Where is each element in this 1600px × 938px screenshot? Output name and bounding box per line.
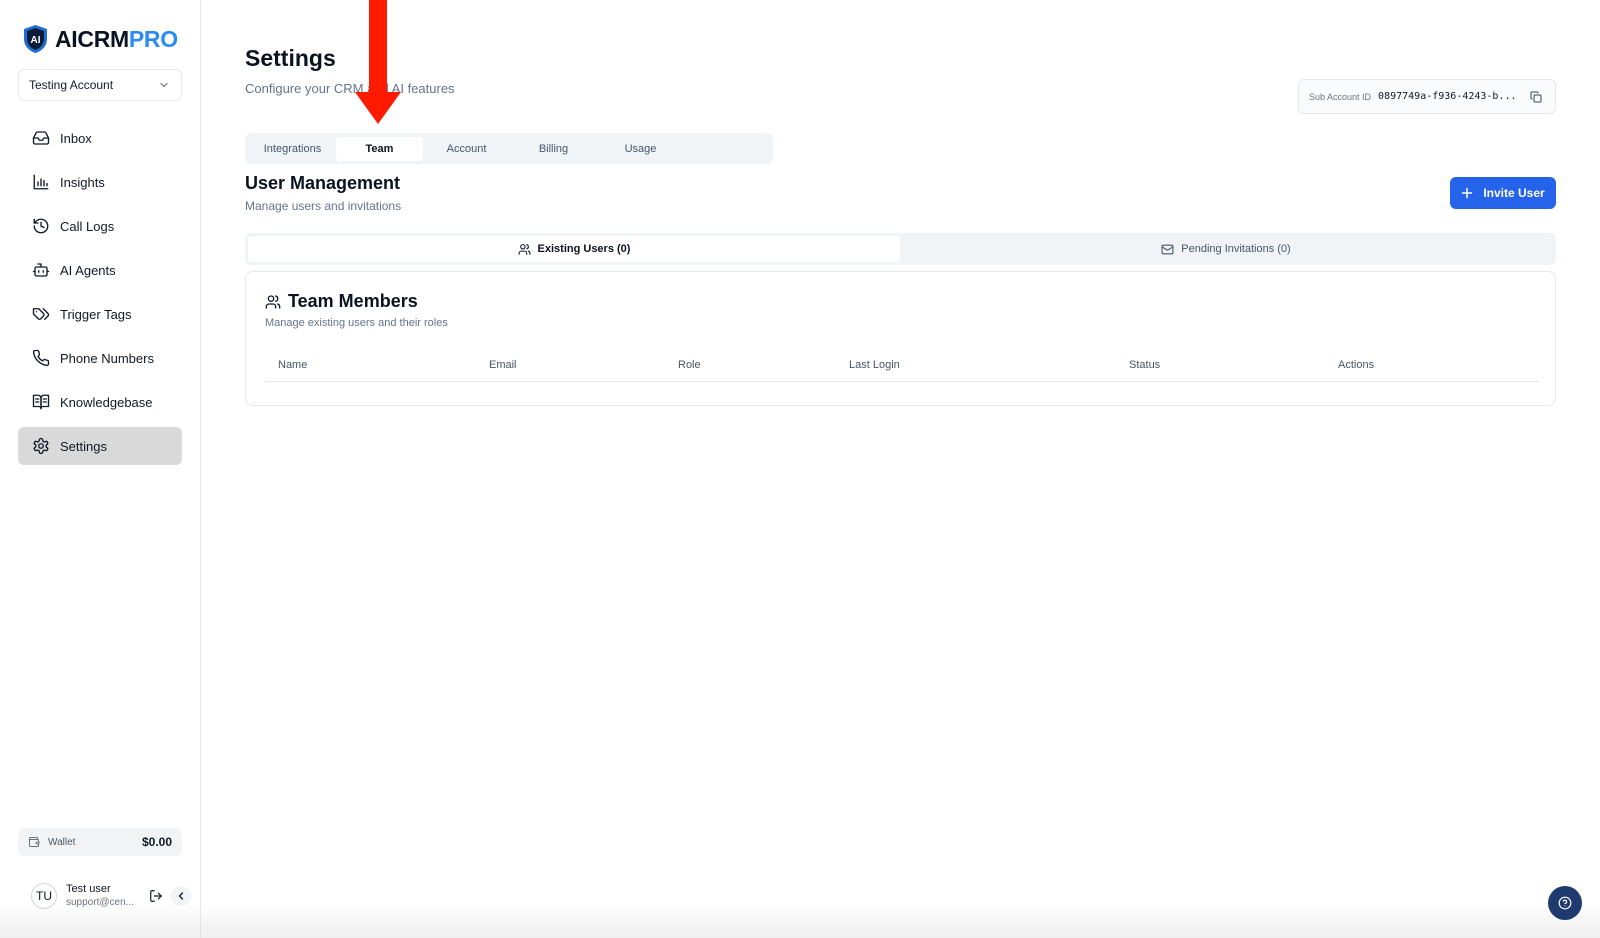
tab-existing-users-label: Existing Users (0) — [537, 243, 631, 255]
sidebar-item-knowledgebase[interactable]: Knowledgebase — [18, 383, 182, 421]
sidebar-item-label: Inbox — [60, 130, 92, 146]
card-title: Team Members — [265, 291, 418, 312]
history-icon — [33, 218, 49, 234]
avatar[interactable]: TU — [31, 883, 57, 909]
user-email: support@cen... — [66, 897, 134, 908]
sidebar-item-label: Settings — [60, 438, 107, 454]
invite-user-button[interactable]: Invite User — [1450, 177, 1556, 209]
sidebar-item-trigger-tags[interactable]: Trigger Tags — [18, 295, 182, 333]
column-header-email[interactable]: Email — [489, 359, 517, 371]
account-selector-value: Testing Account — [29, 78, 114, 92]
logo-badge-text: AI — [31, 35, 41, 46]
plus-icon — [1462, 187, 1473, 199]
tab-pending-invitations[interactable]: Pending Invitations (0) — [900, 236, 1552, 262]
sub-account-id-label: Sub Account ID — [1309, 91, 1372, 102]
mail-icon — [1161, 244, 1174, 254]
table-header: Name Email Role Last Login Status Action… — [265, 348, 1539, 382]
bar-chart-icon — [33, 174, 49, 190]
tab-account[interactable]: Account — [423, 137, 510, 161]
tab-billing[interactable]: Billing — [510, 137, 597, 161]
tab-integrations[interactable]: Integrations — [249, 137, 336, 161]
wallet-amount: $0.00 — [141, 835, 172, 849]
sidebar-nav: Inbox Insights Call Logs AI Agents Trigg… — [18, 119, 182, 471]
user-name: Test user — [66, 883, 111, 895]
sidebar-item-insights[interactable]: Insights — [18, 163, 182, 201]
user-subtabs: Existing Users (0) Pending Invitations (… — [245, 233, 1556, 265]
tab-usage[interactable]: Usage — [597, 137, 684, 161]
book-icon — [32, 394, 50, 410]
copy-icon[interactable] — [1530, 91, 1542, 103]
card-title-text: Team Members — [288, 291, 418, 311]
column-header-last-login[interactable]: Last Login — [849, 359, 900, 371]
sidebar-item-call-logs[interactable]: Call Logs — [18, 207, 182, 245]
user-info: Test user support@cen... — [66, 882, 134, 910]
chevron-left-icon — [178, 892, 184, 900]
bottom-shade — [0, 902, 1600, 938]
settings-tabs: Integrations Team Account Billing Usage — [245, 133, 773, 164]
sidebar-item-label: Call Logs — [60, 218, 115, 234]
account-selector[interactable]: Testing Account — [18, 69, 182, 101]
collapse-sidebar-button[interactable] — [171, 886, 191, 906]
brand-name: AICRMPRO — [55, 26, 178, 53]
tab-team[interactable]: Team — [336, 136, 423, 161]
tags-icon — [32, 308, 50, 320]
shield-logo-icon: AI — [24, 25, 47, 53]
help-button[interactable] — [1548, 886, 1582, 920]
column-header-status[interactable]: Status — [1129, 359, 1160, 371]
phone-icon — [32, 349, 50, 367]
help-icon — [1558, 896, 1572, 910]
sidebar: AI AICRMPRO Testing Account Inbox Insigh… — [0, 0, 201, 938]
wallet-summary[interactable]: Wallet $0.00 — [18, 828, 182, 856]
users-icon — [518, 243, 530, 255]
sidebar-item-label: Insights — [60, 174, 105, 190]
section-title: User Management — [245, 173, 401, 193]
bot-icon — [32, 263, 50, 277]
sidebar-item-label: Phone Numbers — [60, 350, 154, 366]
column-header-role[interactable]: Role — [678, 359, 701, 371]
users-icon — [265, 294, 281, 309]
brand-name-main: AICRM — [55, 25, 129, 52]
sidebar-item-phone-numbers[interactable]: Phone Numbers — [18, 339, 182, 377]
page-subtitle: Configure your CRM and AI features — [245, 81, 455, 96]
gear-icon — [33, 437, 49, 455]
sidebar-item-label: Knowledgebase — [60, 394, 153, 410]
column-header-actions[interactable]: Actions — [1338, 359, 1374, 371]
chevron-down-icon — [160, 82, 168, 88]
sub-account-id-box: Sub Account ID 0897749a-f936-4243-b... — [1298, 79, 1556, 114]
wallet-label: Wallet — [48, 836, 76, 848]
card-subtitle: Manage existing users and their roles — [265, 317, 448, 329]
tab-existing-users[interactable]: Existing Users (0) — [248, 236, 900, 262]
tab-pending-invitations-label: Pending Invitations (0) — [1181, 243, 1291, 255]
sidebar-item-settings[interactable]: Settings — [18, 427, 182, 465]
annotation-arrow-icon — [355, 0, 401, 124]
column-header-name[interactable]: Name — [278, 359, 307, 371]
sidebar-item-label: Trigger Tags — [60, 306, 132, 322]
logout-icon[interactable] — [149, 889, 163, 903]
page-title: Settings — [245, 45, 336, 71]
wallet-icon — [29, 837, 40, 847]
inbox-icon — [32, 131, 50, 145]
brand-name-accent: PRO — [128, 25, 178, 52]
sidebar-item-label: AI Agents — [60, 262, 116, 278]
brand-logo[interactable]: AI AICRMPRO — [22, 24, 178, 54]
team-members-card: Team Members Manage existing users and t… — [245, 271, 1556, 406]
user-profile: TU Test user support@cen... — [18, 876, 194, 916]
section-subtitle: Manage users and invitations — [245, 199, 402, 213]
sub-account-id-value: 0897749a-f936-4243-b... — [1378, 91, 1517, 102]
invite-user-label: Invite User — [1483, 186, 1545, 200]
sidebar-item-inbox[interactable]: Inbox — [18, 119, 182, 157]
sidebar-item-ai-agents[interactable]: AI Agents — [18, 251, 182, 289]
